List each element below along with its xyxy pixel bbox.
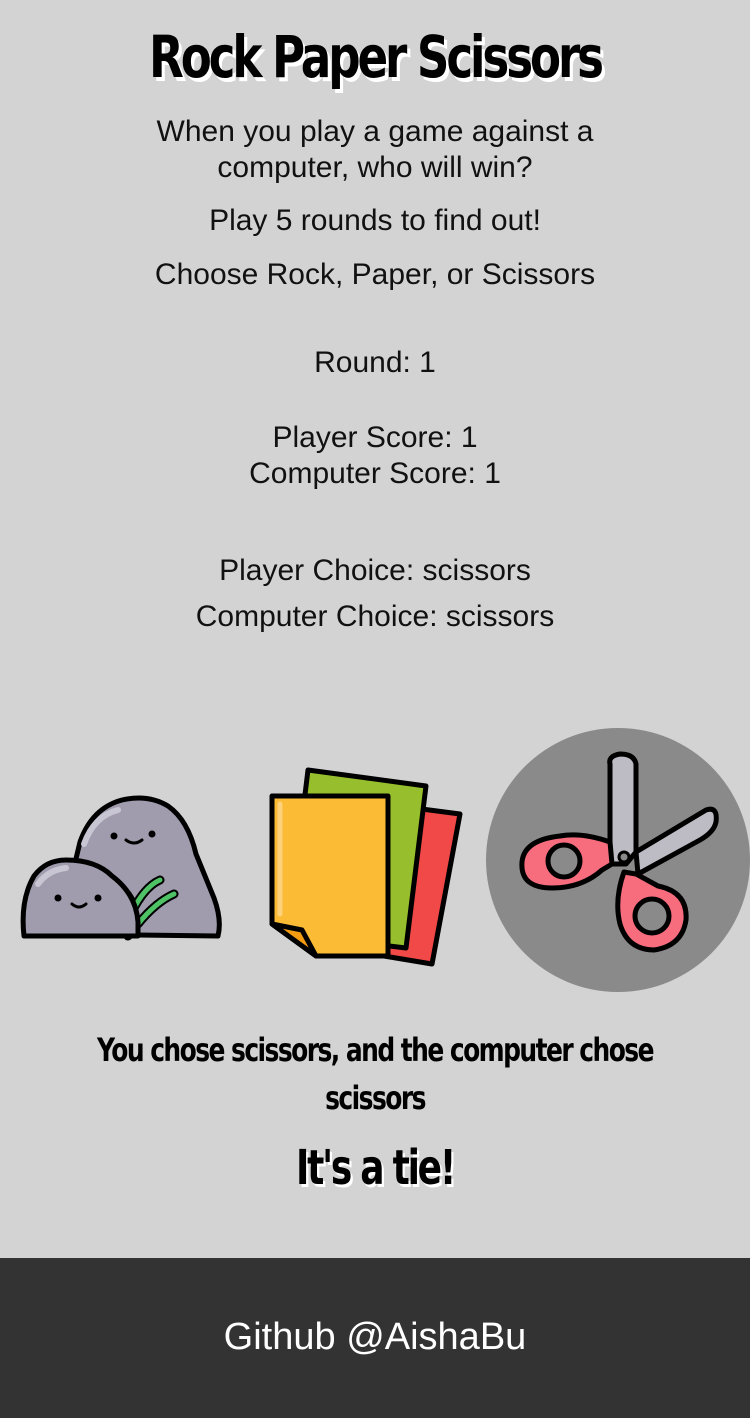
choice-buttons bbox=[0, 724, 750, 996]
intro-text: When you play a game against a computer,… bbox=[156, 115, 594, 184]
rock-icon bbox=[20, 795, 222, 941]
result-verdict: It's a tie! bbox=[295, 1140, 456, 1196]
game-page: Rock Paper Scissors When you play a game… bbox=[0, 0, 750, 1418]
round-counter: Round: 1 bbox=[314, 346, 436, 379]
page-title: Rock Paper Scissors bbox=[149, 23, 604, 91]
computer-choice: Computer Choice: scissors bbox=[195, 600, 555, 633]
scissors-button[interactable] bbox=[486, 724, 750, 992]
footer: Github @AishaBu bbox=[0, 1258, 750, 1418]
result-sentence: You chose scissors, and the computer cho… bbox=[97, 1031, 654, 1117]
paper-icon bbox=[269, 767, 463, 967]
choose-prompt: Choose Rock, Paper, or Scissors bbox=[154, 258, 596, 291]
rock-button[interactable] bbox=[0, 724, 264, 992]
paper-button[interactable] bbox=[244, 724, 508, 992]
computer-score: Computer Score: 1 bbox=[249, 457, 501, 490]
scissors-icon bbox=[519, 751, 719, 953]
player-choice: Player Choice: scissors bbox=[219, 554, 531, 587]
rounds-prompt: Play 5 rounds to find out! bbox=[209, 204, 541, 237]
player-score: Player Score: 1 bbox=[272, 421, 478, 454]
github-link[interactable]: Github @AishaBu bbox=[0, 1314, 750, 1360]
